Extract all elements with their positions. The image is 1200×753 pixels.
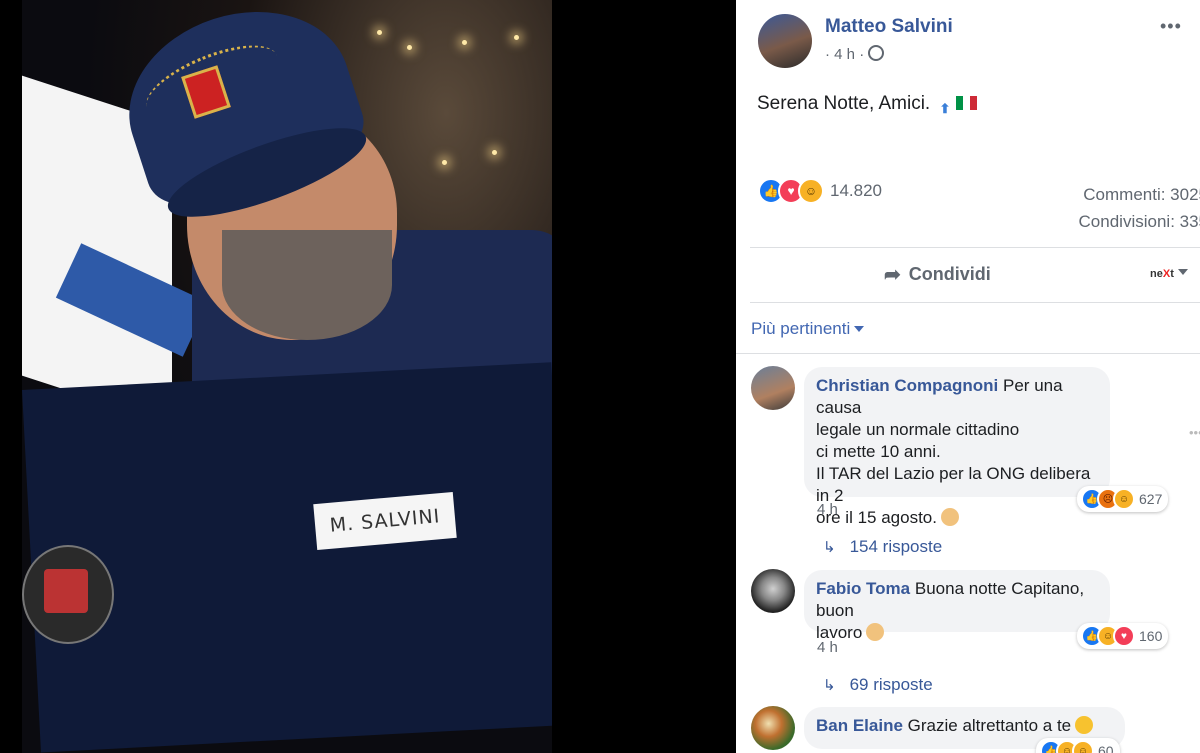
post-meta: · 4 h ·	[825, 45, 885, 63]
comment-options-icon[interactable]: •••	[1189, 425, 1200, 440]
haha-icon: ☺	[798, 178, 824, 204]
author-name[interactable]: Matteo Salvini	[825, 16, 953, 38]
haha-icon: ☺	[1072, 740, 1094, 753]
flexed-biceps-icon	[866, 623, 885, 641]
page-switcher[interactable]: neXt	[1150, 268, 1188, 280]
comments-count[interactable]: Commenti: 3025	[1079, 181, 1200, 208]
comment-bubble: Christian Compagnoni Per una causa legal…	[804, 367, 1110, 527]
comment-bubble: Fabio Toma Buona notte Capitano, buon la…	[804, 570, 1110, 642]
replies-link[interactable]: ↳ 154 risposte	[823, 537, 942, 557]
shares-count[interactable]: Condivisioni: 335	[1079, 208, 1200, 235]
comment-time[interactable]: 4 h	[817, 639, 838, 656]
comment-reactions[interactable]: 👍 ☺ ☺ 60	[1036, 738, 1120, 753]
action-bar: ➦ Condividi neXt	[736, 248, 1200, 302]
reply-arrow-icon: ↳	[823, 677, 836, 694]
photo-viewer: M. SALVINI	[0, 0, 736, 753]
top-arrow-icon: ⬆	[939, 101, 951, 116]
clapping-hands-icon	[940, 508, 959, 526]
share-button[interactable]: ➦ Condividi	[884, 262, 991, 287]
chevron-down-icon	[1177, 269, 1188, 275]
italy-flag-icon	[956, 96, 978, 110]
share-icon: ➦	[884, 264, 901, 286]
replies-link[interactable]: ↳ 69 risposte	[823, 675, 933, 695]
commenter-avatar[interactable]	[751, 706, 795, 750]
more-options-icon[interactable]: •••	[1160, 16, 1182, 37]
globe-icon	[868, 45, 885, 61]
reply-arrow-icon: ↳	[823, 539, 836, 556]
post-text: Serena Notte, Amici. ⬆	[757, 93, 978, 121]
post-time[interactable]: 4 h	[834, 46, 855, 63]
post-reactions[interactable]: 👍 ♥ ☺ 14.820	[758, 178, 882, 204]
haha-icon: ☺	[1113, 488, 1135, 510]
next-logo-icon: neXt	[1150, 268, 1174, 280]
comment-time[interactable]: 4 h	[817, 501, 838, 518]
smiling-face-icon	[1075, 716, 1094, 734]
reaction-count: 14.820	[830, 181, 882, 200]
commenter-name[interactable]: Christian Compagnoni	[816, 376, 998, 395]
author-avatar[interactable]	[758, 14, 812, 68]
love-icon: ♥	[1113, 625, 1135, 647]
post-stats: Commenti: 3025 Condivisioni: 335	[1079, 181, 1200, 235]
post-panel: Matteo Salvini · 4 h · ••• Serena Notte,…	[736, 0, 1200, 753]
commenter-name[interactable]: Fabio Toma	[816, 579, 910, 598]
emblem	[22, 545, 114, 644]
comment-reactions[interactable]: 👍 ☺ ♥ 160	[1077, 623, 1169, 649]
commenter-avatar[interactable]	[751, 569, 795, 613]
post-photo[interactable]: M. SALVINI	[22, 0, 552, 753]
folded-shirt	[22, 362, 552, 753]
comment-filter[interactable]: Più pertinenti	[751, 319, 865, 339]
commenter-name[interactable]: Ban Elaine	[816, 716, 903, 735]
comment-reactions[interactable]: 👍 ☹ ☺ 627	[1077, 486, 1169, 512]
commenter-avatar[interactable]	[751, 366, 795, 410]
chevron-down-icon	[854, 326, 865, 332]
